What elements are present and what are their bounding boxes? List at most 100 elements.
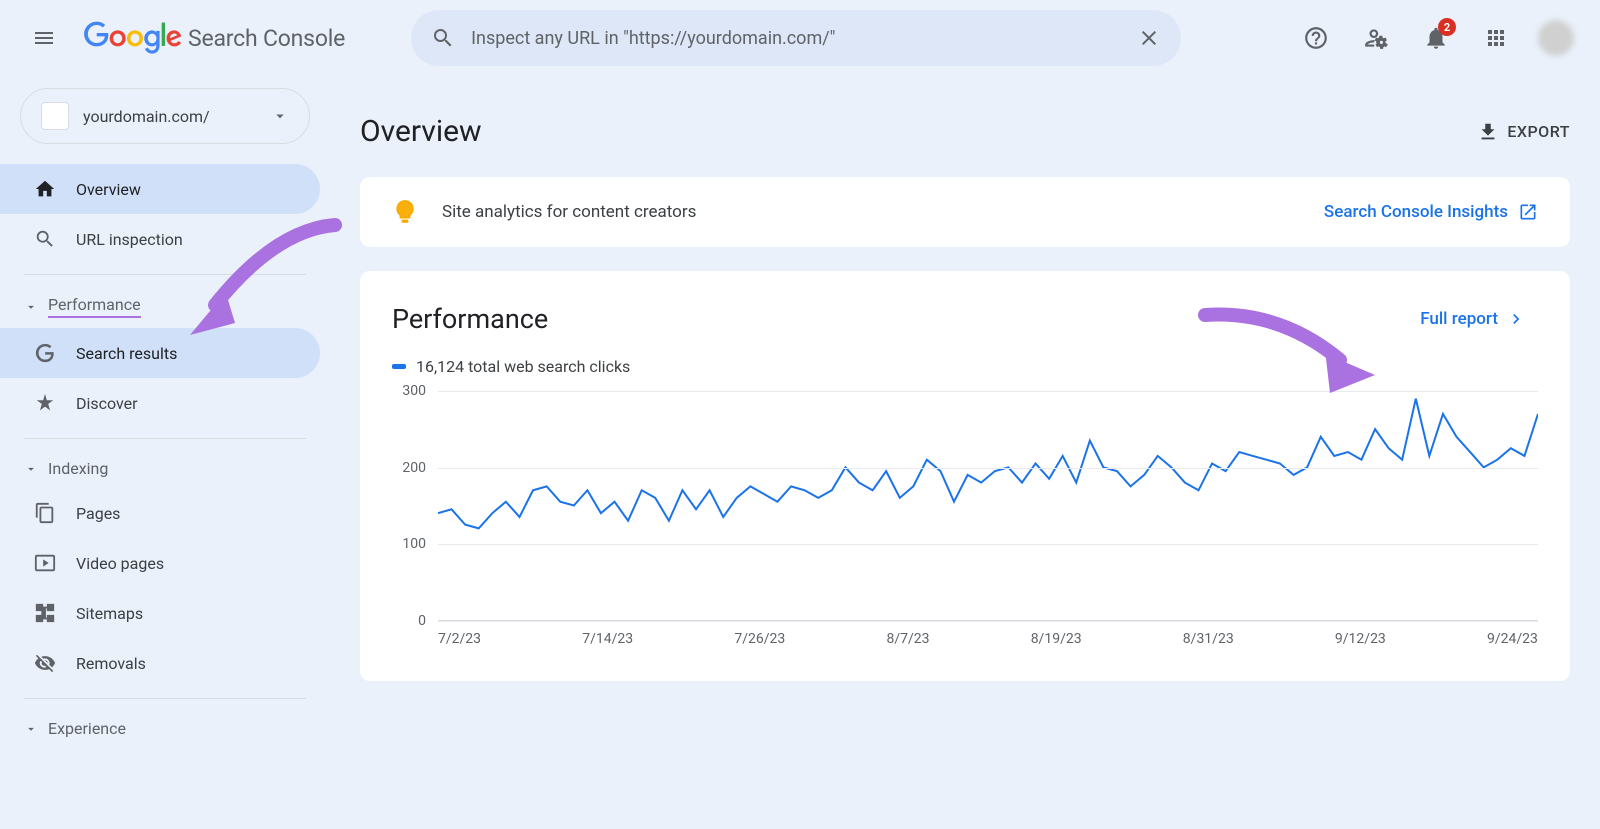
menu-button[interactable] — [20, 14, 68, 62]
performance-title: Performance — [392, 303, 548, 335]
search-icon — [431, 26, 455, 50]
sidebar-label: Discover — [76, 394, 138, 413]
sidebar-label: URL inspection — [76, 230, 183, 249]
nav-divider — [24, 698, 306, 699]
x-tick-label: 9/12/23 — [1335, 631, 1386, 661]
sidebar-label: Overview — [76, 180, 141, 199]
x-tick-label: 9/24/23 — [1487, 631, 1538, 661]
google-logo-icon — [84, 21, 182, 55]
insights-link-label: Search Console Insights — [1324, 202, 1508, 222]
property-domain: yourdomain.com/ — [83, 107, 257, 126]
export-button[interactable]: EXPORT — [1477, 121, 1570, 143]
performance-card-header: Performance Full report — [392, 301, 1538, 337]
sidebar-group-indexing[interactable]: Indexing — [0, 449, 330, 488]
chart-line-svg — [438, 391, 1538, 620]
url-search-input[interactable] — [471, 28, 1121, 49]
sidebar-label: Sitemaps — [76, 604, 143, 623]
y-tick-label: 100 — [402, 536, 426, 552]
open-in-new-icon — [1518, 202, 1538, 222]
sidebar-item-search-results[interactable]: Search results — [0, 328, 320, 378]
app-title: Search Console — [188, 25, 345, 52]
account-button[interactable] — [1532, 14, 1580, 62]
nav-divider — [24, 274, 306, 275]
y-tick-label: 0 — [418, 613, 426, 629]
sidebar-item-url-inspection[interactable]: URL inspection — [0, 214, 320, 264]
google-g-icon — [34, 342, 56, 364]
y-tick-label: 300 — [402, 383, 426, 399]
person-settings-icon — [1363, 25, 1389, 51]
app-logo: Search Console — [84, 21, 345, 55]
chart-legend: 16,124 total web search clicks — [392, 357, 1538, 376]
close-icon[interactable] — [1137, 26, 1161, 50]
sitemap-icon — [34, 602, 56, 624]
app-header: Search Console 2 — [0, 0, 1600, 76]
sidebar-group-experience[interactable]: Experience — [0, 709, 330, 748]
apps-button[interactable] — [1472, 14, 1520, 62]
main-header: Overview EXPORT — [330, 96, 1600, 177]
search-icon — [34, 228, 56, 250]
chart-gridline — [438, 468, 1538, 469]
insights-link[interactable]: Search Console Insights — [1324, 202, 1538, 222]
property-icon — [41, 102, 69, 130]
chart-plot-area — [438, 391, 1538, 621]
chart-area: 0100200300 7/2/237/14/237/26/238/7/238/1… — [392, 391, 1538, 661]
chart-x-axis: 7/2/23 7/14/23 7/26/23 8/7/23 8/19/23 8/31/23… — [438, 631, 1538, 661]
sidebar-label: Video pages — [76, 554, 164, 573]
sidebar-group-performance[interactable]: Performance — [0, 285, 330, 328]
hamburger-icon — [32, 26, 56, 50]
help-icon — [1303, 25, 1329, 51]
chevron-down-icon — [24, 300, 38, 314]
download-icon — [1477, 121, 1499, 143]
x-tick-label: 7/2/23 — [438, 631, 481, 661]
performance-card: Performance Full report 16,124 total web… — [360, 271, 1570, 681]
insights-text: Site analytics for content creators — [442, 202, 1300, 222]
sidebar-group-label: Performance — [48, 295, 141, 318]
sidebar-label: Search results — [76, 344, 177, 363]
chevron-down-icon — [24, 462, 38, 476]
help-button[interactable] — [1292, 14, 1340, 62]
notifications-button[interactable]: 2 — [1412, 14, 1460, 62]
x-tick-label: 7/26/23 — [734, 631, 785, 661]
page-title: Overview — [360, 114, 482, 149]
y-tick-label: 200 — [402, 460, 426, 476]
sidebar-item-removals[interactable]: Removals — [0, 638, 320, 688]
chart-gridline — [438, 544, 1538, 545]
x-tick-label: 8/7/23 — [886, 631, 929, 661]
chevron-down-icon — [271, 107, 289, 125]
sidebar-item-overview[interactable]: Overview — [0, 164, 320, 214]
nav-divider — [24, 438, 306, 439]
full-report-link[interactable]: Full report — [1408, 301, 1538, 337]
manage-users-button[interactable] — [1352, 14, 1400, 62]
full-report-label: Full report — [1420, 309, 1498, 329]
legend-swatch — [392, 364, 406, 369]
sidebar-item-video-pages[interactable]: Video pages — [0, 538, 320, 588]
sidebar-group-label: Experience — [48, 719, 126, 738]
visibility-off-icon — [34, 652, 56, 674]
notification-badge: 2 — [1438, 18, 1456, 36]
x-tick-label: 8/19/23 — [1031, 631, 1082, 661]
discover-icon — [34, 392, 56, 414]
pages-icon — [34, 502, 56, 524]
property-selector[interactable]: yourdomain.com/ — [20, 88, 310, 144]
chevron-right-icon — [1506, 309, 1526, 329]
video-icon — [34, 552, 56, 574]
avatar-icon — [1538, 20, 1574, 56]
export-label: EXPORT — [1507, 122, 1570, 141]
x-tick-label: 8/31/23 — [1183, 631, 1234, 661]
sidebar-item-sitemaps[interactable]: Sitemaps — [0, 588, 320, 638]
sidebar-label: Removals — [76, 654, 146, 673]
sidebar-item-discover[interactable]: Discover — [0, 378, 320, 428]
home-icon — [34, 178, 56, 200]
legend-label: 16,124 total web search clicks — [416, 357, 630, 376]
chart-y-axis: 0100200300 — [392, 391, 432, 621]
apps-icon — [1484, 26, 1508, 50]
main-content: Overview EXPORT Site analytics for conte… — [330, 76, 1600, 829]
sidebar-item-pages[interactable]: Pages — [0, 488, 320, 538]
chart-gridline — [438, 621, 1538, 622]
sidebar-group-label: Indexing — [48, 459, 108, 478]
chart-gridline — [438, 391, 1538, 392]
chart-series-line — [438, 399, 1538, 529]
sidebar: yourdomain.com/ Overview URL inspection … — [0, 76, 330, 829]
insights-card: Site analytics for content creators Sear… — [360, 177, 1570, 247]
x-tick-label: 7/14/23 — [582, 631, 633, 661]
